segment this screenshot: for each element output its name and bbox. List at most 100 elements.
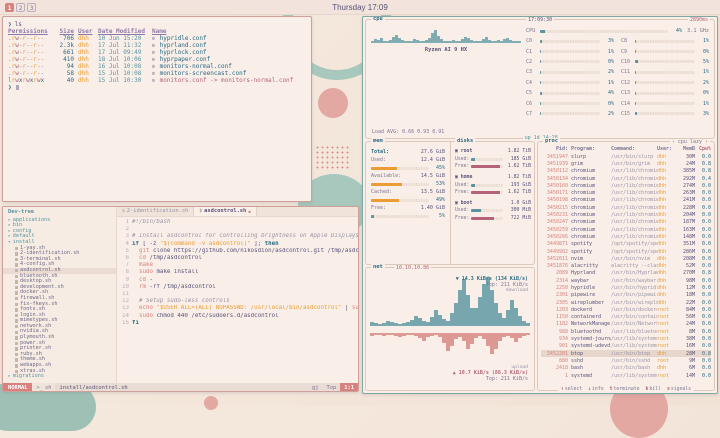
- process-row[interactable]: 3450247chromium/usr/lib/chromiumdhh187M0…: [541, 219, 711, 226]
- process-row[interactable]: 2250hypridle/usr/bin/hypridledhh12M0.0: [541, 284, 711, 291]
- process-row[interactable]: 3451876alacrittyalacritty --class devdhh…: [541, 262, 711, 269]
- process-row[interactable]: 934systemd-journal/usr/lib/systemd/syste…: [541, 335, 711, 342]
- proc-cell: /usr/lib/systemd/systemd-journald: [611, 336, 657, 342]
- proc-cell: bash: [571, 365, 611, 371]
- file-icon: [15, 303, 18, 307]
- proc-cell: 0.8: [695, 168, 711, 174]
- system-monitor-window[interactable]: cpu 17:09:30 2890ms Ryzen AI 9 HX CPU 4%…: [362, 16, 718, 394]
- process-row[interactable]: 2305wireplumber/usr/bin/wireplumberdhh22…: [541, 299, 711, 306]
- proc-cell: dhh: [657, 227, 677, 233]
- proc-column-header[interactable]: Program:: [571, 146, 611, 152]
- proc-footer-action[interactable]: ↓info: [588, 386, 603, 394]
- file-icon: [15, 269, 18, 273]
- core-label: C2: [526, 59, 538, 65]
- prompt-line[interactable]: ❯: [8, 84, 306, 91]
- workspace-chip-3[interactable]: 3: [27, 3, 36, 12]
- code-text: make: [132, 262, 153, 269]
- cpu-panel-label[interactable]: cpu: [371, 16, 385, 23]
- process-row[interactable]: 3452011nvim/usr/bin/nvimdhh208M0.0: [541, 255, 711, 262]
- process-row[interactable]: 3449871spotify/opt/spotify/spotifydhh351…: [541, 241, 711, 248]
- process-row[interactable]: 988bluetoothd/usr/lib/bluetoothdroot8M0.…: [541, 328, 711, 335]
- process-row[interactable]: 2314waybar/usr/bin/waybardhh98M0.0: [541, 277, 711, 284]
- workspace-chip-2[interactable]: 2: [16, 3, 25, 12]
- process-row[interactable]: 3450112chromium/usr/lib/chromiumdhh385M0…: [541, 168, 711, 175]
- proc-cell: 204M: [677, 212, 695, 218]
- disk-name: ▣ root: [455, 149, 472, 154]
- file-type-icon: $: [122, 207, 125, 216]
- process-row[interactable]: 1150containerd/usr/bin/containerdroot56M…: [541, 314, 711, 321]
- process-row[interactable]: 3451939grim/usr/bin/grimdhh24M0.8: [541, 160, 711, 167]
- code-token: # Setup sudo-less controls: [132, 298, 230, 304]
- core-percent: 5%: [697, 59, 709, 65]
- proc-cell: 0.0: [695, 292, 711, 298]
- ls-size: 706: [54, 35, 74, 42]
- code-line: 5 git clone https://github.com/nikosdion…: [117, 248, 358, 255]
- process-row[interactable]: 2418bash/usr/bin/bashdhh6M0.0: [541, 365, 711, 372]
- proc-column-header[interactable]: Cpu%: [695, 146, 711, 152]
- editor-window[interactable]: Dev-tree ▸applications▸bin▸config▸defaul…: [2, 206, 359, 392]
- proc-footer-action[interactable]: tterminate: [610, 386, 640, 394]
- proc-cell: dhh: [657, 190, 677, 196]
- line-number: 14: [117, 313, 132, 320]
- process-row[interactable]: 3450134chromium/usr/lib/chromiumdhh292M0…: [541, 175, 711, 182]
- process-row[interactable]: 880sshd/usr/bin/sshdroot9M0.0: [541, 357, 711, 364]
- ls-output: .rw-r--r--706dhh10 Jun 15:20⚙ hypridle.c…: [8, 35, 306, 84]
- process-row[interactable]: 2089Hyprland/usr/bin/Hyprlanddhh270M0.8: [541, 270, 711, 277]
- process-row[interactable]: 3452201btop/usr/bin/btopdhh28M0.8: [541, 350, 711, 357]
- code-token: [132, 248, 139, 254]
- proc-cell: /usr/bin/containerd: [611, 314, 657, 320]
- process-row[interactable]: 3450198chromium/usr/lib/chromiumdhh241M0…: [541, 197, 711, 204]
- process-row[interactable]: 2301pipewire/usr/bin/pipewiredhh18M0.0: [541, 292, 711, 299]
- line-number: 15: [117, 320, 132, 327]
- core-label: C13: [621, 90, 633, 96]
- proc-column-header[interactable]: MemB: [677, 146, 695, 152]
- proc-cell: chromium: [571, 176, 611, 182]
- proc-footer-action[interactable]: ssignals: [667, 386, 691, 394]
- workspace-chip-1[interactable]: 1: [5, 3, 14, 12]
- proc-cell: chromium: [571, 197, 611, 203]
- proc-cell: dhh: [657, 292, 677, 298]
- proc-footer-action[interactable]: kkill: [646, 386, 661, 394]
- proc-cell: dhh: [657, 263, 677, 269]
- disk-total: 1.82 TiB: [508, 149, 531, 154]
- proc-column-header[interactable]: Pid:: [541, 146, 571, 152]
- proc-cell: /usr/bin/hypridle: [611, 285, 657, 291]
- usage-meter: [371, 167, 429, 170]
- process-row[interactable]: 1203dockerd/usr/bin/dockerdroot84M0.0: [541, 306, 711, 313]
- proc-cell: dhh: [657, 197, 677, 203]
- proc-panel-label[interactable]: proc: [543, 138, 560, 145]
- process-row[interactable]: 3450215chromium/usr/lib/chromiumdhh228M0…: [541, 204, 711, 211]
- cpu-model: Ryzen AI 9 HX: [371, 47, 521, 53]
- tree-dir-item[interactable]: ▸migrations: [3, 374, 116, 380]
- process-row[interactable]: 1102NetworkManager/usr/bin/NetworkManage…: [541, 321, 711, 328]
- file-icon: [15, 297, 18, 301]
- process-row[interactable]: 3450171chromium/usr/lib/chromiumdhh263M0…: [541, 189, 711, 196]
- key-glyph: ↓: [588, 387, 591, 392]
- proc-cell: 0.0: [695, 329, 711, 335]
- mem-panel-label[interactable]: mem: [371, 138, 385, 145]
- process-row[interactable]: 3450231chromium/usr/lib/chromiumdhh204M0…: [541, 211, 711, 218]
- process-row[interactable]: 3450259chromium/usr/lib/chromiumdhh163M0…: [541, 226, 711, 233]
- code-area[interactable]: 1#!/bin/bash23# Install asdcontrol for c…: [117, 217, 358, 383]
- update-interval[interactable]: 2890ms: [688, 17, 710, 24]
- process-row[interactable]: 3450266chromium/usr/lib/chromiumdhh148M0…: [541, 233, 711, 240]
- editor-tab[interactable]: $2-identification.sh: [117, 207, 194, 216]
- proc-cell: 0.0: [695, 285, 711, 291]
- file-tree-list: ▸applications▸bin▸config▸default▾install…: [3, 218, 116, 380]
- proc-cell: dhh: [657, 205, 677, 211]
- editor-tab[interactable]: $asdcontrol.sh●: [194, 207, 256, 216]
- process-row[interactable]: 3451947slurp/usr/bin/slurpdhh30M0.0: [541, 153, 711, 160]
- proc-footer-action[interactable]: ↑select: [561, 386, 582, 394]
- process-row[interactable]: 901systemd-udevd/usr/lib/systemd/systemd…: [541, 343, 711, 350]
- usage-meter: [371, 199, 429, 202]
- proc-cell: /usr/lib/chromium: [611, 205, 657, 211]
- process-row[interactable]: 3450160chromium/usr/lib/chromiumdhh274M0…: [541, 182, 711, 189]
- code-token: make: [139, 262, 153, 268]
- process-row[interactable]: 3449902spotify/opt/spotify/spotifydhh286…: [541, 248, 711, 255]
- net-panel-label[interactable]: net: [371, 264, 385, 271]
- proc-column-header[interactable]: Command:: [611, 146, 657, 152]
- terminal-window[interactable]: ❯ ls PermissionsSizeUserDate ModifiedNam…: [2, 16, 312, 202]
- process-row[interactable]: 1systemd/usr/lib/systemd/systemdroot14M0…: [541, 372, 711, 379]
- proc-column-header[interactable]: User:: [657, 146, 677, 152]
- cpu-total-label: CPU: [526, 28, 538, 34]
